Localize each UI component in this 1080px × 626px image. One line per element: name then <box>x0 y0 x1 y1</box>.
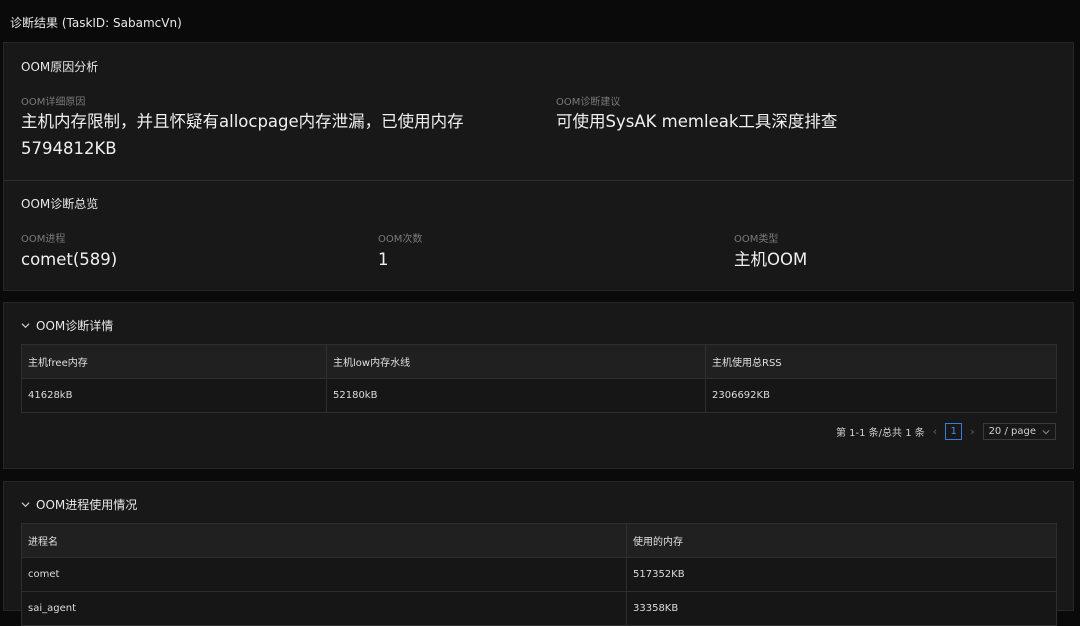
cell-low-watermark: 52180kB <box>326 378 706 413</box>
table-header-row: 进程名 使用的内存 <box>21 523 1057 558</box>
table-row: comet 517352KB <box>21 557 1057 592</box>
cause-detail-label: OOM详细原因 <box>21 97 86 108</box>
section-divider <box>4 180 1073 181</box>
cause-detail-value-line2: 5794812KB <box>21 139 117 158</box>
page-number-button[interactable]: 1 <box>945 423 963 440</box>
cause-detail-value-line1: 主机内存限制，并且怀疑有allocpage内存泄漏，已使用内存 <box>21 112 464 131</box>
col-memory-used: 使用的内存 <box>626 523 1057 558</box>
col-process-name: 进程名 <box>21 523 627 558</box>
oom-process-label: OOM进程 <box>21 234 66 245</box>
cell-process-name: comet <box>21 557 627 592</box>
process-usage-panel: OOM进程使用情况 进程名 使用的内存 comet 517352KB sai_a… <box>3 481 1074 626</box>
pagination-summary: 第 1-1 条/总共 1 条 <box>835 428 925 439</box>
table-row: sai_agent 33358KB <box>21 591 1057 626</box>
page-title: 诊断结果 (TaskID: SabamcVn) <box>10 16 182 30</box>
col-free-mem: 主机free内存 <box>21 344 327 379</box>
cell-memory-used: 517352KB <box>626 557 1057 592</box>
chevron-left-icon[interactable]: ‹ <box>933 425 937 438</box>
col-low-watermark: 主机low内存水线 <box>326 344 706 379</box>
page-size-value: 20 / page <box>988 426 1036 437</box>
process-usage-table: 进程名 使用的内存 comet 517352KB sai_agent 33358… <box>21 523 1057 626</box>
chevron-right-icon[interactable]: › <box>970 425 974 438</box>
page-size-select[interactable]: 20 / page <box>982 423 1056 440</box>
col-total-rss: 主机使用总RSS <box>705 344 1057 379</box>
chevron-down-icon <box>21 323 30 329</box>
detail-section-title: OOM诊断详情 <box>36 319 114 333</box>
detail-panel: OOM诊断详情 主机free内存 主机low内存水线 主机使用总RSS 4162… <box>3 302 1074 469</box>
process-usage-collapse-toggle[interactable]: OOM进程使用情况 <box>21 496 137 513</box>
chevron-down-icon <box>21 502 30 508</box>
detail-collapse-toggle[interactable]: OOM诊断详情 <box>21 317 113 334</box>
cell-memory-used: 33358KB <box>626 591 1057 626</box>
oom-process-value: comet(589) <box>21 250 118 269</box>
cause-section-title: OOM原因分析 <box>21 60 99 74</box>
cell-free-mem: 41628kB <box>21 378 327 413</box>
detail-table: 主机free内存 主机low内存水线 主机使用总RSS 41628kB 5218… <box>21 344 1057 413</box>
oom-count-value: 1 <box>378 250 389 269</box>
oom-type-label: OOM类型 <box>734 234 779 245</box>
cause-suggest-value: 可使用SysAK memleak工具深度排查 <box>556 112 838 131</box>
table-row: 41628kB 52180kB 2306692KB <box>21 378 1057 413</box>
cause-suggest-label: OOM诊断建议 <box>556 97 621 108</box>
overview-section-title: OOM诊断总览 <box>21 197 99 211</box>
cell-process-name: sai_agent <box>21 591 627 626</box>
chevron-down-icon <box>1042 429 1050 434</box>
oom-type-value: 主机OOM <box>734 250 808 269</box>
summary-panel: OOM原因分析 OOM详细原因 主机内存限制，并且怀疑有allocpage内存泄… <box>3 42 1074 291</box>
pagination: 第 1-1 条/总共 1 条 ‹ 1 › 20 / page <box>836 423 1056 440</box>
process-usage-section-title: OOM进程使用情况 <box>36 498 138 512</box>
cell-total-rss: 2306692KB <box>705 378 1057 413</box>
oom-count-label: OOM次数 <box>378 234 423 245</box>
table-header-row: 主机free内存 主机low内存水线 主机使用总RSS <box>21 344 1057 379</box>
